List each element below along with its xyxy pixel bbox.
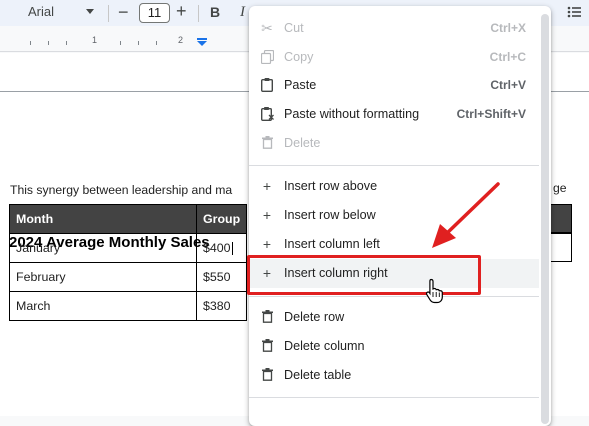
text-cursor [231, 242, 233, 256]
context-menu: ✂ Cut Ctrl+X Copy Ctrl+C Paste Ctrl+V Pa… [249, 6, 551, 426]
table-header-cell[interactable]: Month [9, 204, 197, 234]
menu-divider [249, 296, 539, 297]
table-header-cell[interactable]: Group [195, 204, 248, 234]
ruler-tick [48, 41, 49, 45]
ruler-tick [156, 41, 157, 45]
table-cell[interactable]: $400 [195, 233, 248, 263]
scissors-icon: ✂ [261, 20, 273, 36]
table-cell[interactable]: $550 [195, 262, 248, 292]
table-header-row: Month Group [9, 204, 248, 234]
menu-divider [249, 165, 539, 166]
menu-item-paste[interactable]: Paste Ctrl+V [249, 71, 539, 100]
sales-table: Month Group January $400 February $550 M… [9, 204, 248, 321]
ruler-tick [66, 41, 67, 45]
ruler-mark: 2 [178, 35, 184, 45]
ruler-mark: 1 [92, 35, 98, 45]
plus-icon: + [262, 207, 272, 223]
toolbar-divider [198, 5, 199, 22]
menu-item-label: Delete column [284, 339, 365, 353]
menu-item-delete[interactable]: Delete [249, 129, 539, 158]
ruler-tick [120, 41, 121, 45]
decrease-font-size-button[interactable]: − [118, 2, 129, 23]
menu-item-shortcut: Ctrl+C [489, 50, 526, 64]
trash-icon [260, 339, 274, 353]
hand-pointer-icon [425, 278, 443, 304]
menu-item-shortcut: Ctrl+V [490, 78, 526, 92]
menu-item-label: Copy [284, 50, 314, 64]
indent-marker-icon[interactable] [197, 38, 207, 46]
paste-plain-icon [260, 107, 274, 122]
copy-icon [260, 49, 274, 65]
menu-item-shortcut: Ctrl+X [490, 21, 526, 35]
table-cell[interactable]: January [9, 233, 197, 263]
table-row: March $380 [9, 291, 248, 321]
increase-font-size-button[interactable]: + [176, 1, 187, 22]
menu-item-label: Delete row [284, 310, 345, 324]
chevron-down-icon[interactable] [86, 9, 94, 14]
menu-item-paste-without-formatting[interactable]: Paste without formatting Ctrl+Shift+V [249, 100, 539, 129]
trash-icon [260, 136, 274, 150]
menu-item-label: Delete table [284, 368, 352, 382]
menu-item-label: Paste [284, 78, 317, 92]
italic-button[interactable]: I [240, 4, 245, 21]
font-family-select[interactable]: Arial [28, 4, 54, 19]
table-cell-text: $400 [203, 240, 231, 255]
menu-item-label: Delete [284, 136, 321, 150]
ruler-tick [138, 41, 139, 45]
plus-icon: + [262, 178, 272, 194]
font-size-input[interactable]: 11 [139, 3, 170, 23]
menu-item-delete-table[interactable]: Delete table [249, 361, 539, 390]
paste-icon [260, 78, 274, 93]
trash-icon [260, 368, 274, 382]
menu-item-delete-column[interactable]: Delete column [249, 332, 539, 361]
bold-button[interactable]: B [210, 4, 220, 20]
menu-item-delete-row[interactable]: Delete row [249, 303, 539, 332]
ruler-tick [30, 41, 31, 45]
menu-item-label: Cut [284, 21, 304, 35]
menu-item-shortcut: Ctrl+Shift+V [456, 107, 526, 121]
table-row: January $400 [9, 233, 248, 263]
menu-divider [249, 397, 539, 398]
menu-item-cut[interactable]: ✂ Cut Ctrl+X [249, 14, 539, 43]
trash-icon [260, 310, 274, 324]
table-cell[interactable]: February [9, 262, 197, 292]
table-cell[interactable]: $380 [195, 291, 248, 321]
plus-icon: + [262, 236, 272, 252]
annotation-highlight-box [247, 255, 481, 295]
menu-item-label: Insert row below [284, 208, 376, 222]
annotation-arrow-icon [432, 182, 500, 248]
table-row: February $550 [9, 262, 248, 292]
menu-item-label: Insert column left [284, 237, 380, 251]
menu-item-label: Paste without formatting [284, 107, 420, 121]
menu-item-label: Insert row above [284, 179, 378, 193]
menu-scrollbar[interactable] [541, 14, 549, 424]
table-cell[interactable]: March [9, 291, 197, 321]
bulleted-list-icon[interactable] [567, 5, 581, 22]
paragraph-tail: ge [553, 181, 567, 195]
menu-item-copy[interactable]: Copy Ctrl+C [249, 43, 539, 72]
toolbar-divider [108, 5, 109, 22]
